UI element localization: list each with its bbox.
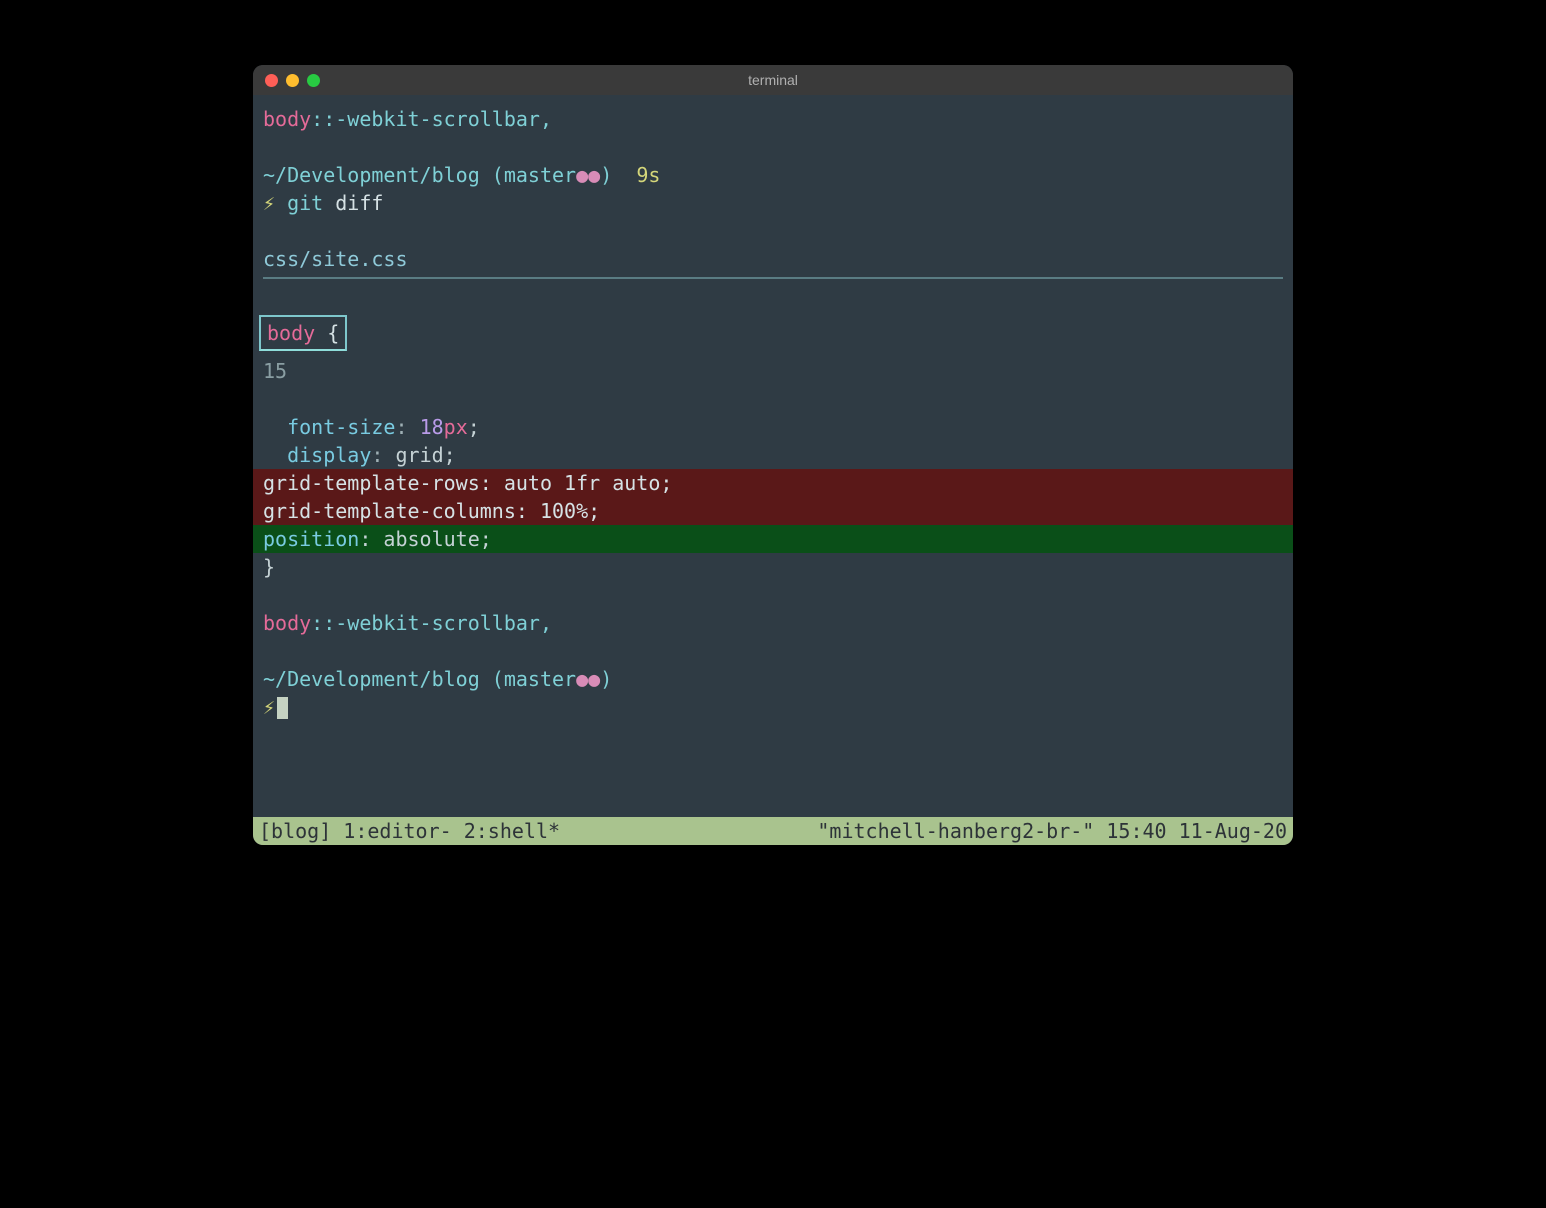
hunk-header: body { (253, 307, 1293, 357)
css-unit: px (444, 415, 468, 439)
terminal-content: body::-webkit-scrollbar, ~/Development/b… (253, 95, 1293, 817)
blank-line (253, 637, 1293, 665)
semi: ; (480, 527, 492, 551)
css-selector: body (263, 107, 311, 131)
css-pseudo: ::-webkit-scrollbar, (311, 107, 552, 131)
statusbar-right: "mitchell-hanberg2-br-" 15:40 11-Aug-20 (817, 817, 1287, 845)
prompt-input-line[interactable]: ⚡ (253, 693, 1293, 721)
diff-deleted: grid-template-rows: auto 1fr auto; (253, 469, 1293, 497)
css-prop: font-size (287, 415, 395, 439)
output-line: body::-webkit-scrollbar, (253, 95, 1293, 133)
status-dots-icon: ●● (576, 667, 600, 691)
statusbar-left: [blog] 1:editor- 2:shell* (259, 817, 560, 845)
blank-line (253, 217, 1293, 245)
prompt-lightning-icon: ⚡ (263, 695, 275, 719)
tmux-statusbar[interactable]: [blog] 1:editor- 2:shell* "mitchell-hanb… (253, 817, 1293, 845)
blank-line (253, 279, 1293, 307)
prompt-duration: 9s (612, 163, 660, 187)
prompt-path: ~/Development/blog (263, 163, 480, 187)
diff-context: } (253, 553, 1293, 581)
css-selector: body (263, 611, 311, 635)
colon: : (371, 443, 395, 467)
css-prop: display (287, 443, 371, 467)
traffic-lights (253, 74, 320, 87)
blank-line (253, 385, 1293, 413)
status-dots-icon: ●● (576, 163, 600, 187)
output-line: body::-webkit-scrollbar, (253, 609, 1293, 637)
diff-context: display: grid; (253, 441, 1293, 469)
css-prop: position (263, 527, 359, 551)
titlebar[interactable]: terminal (253, 65, 1293, 95)
branch-open: ( (480, 163, 504, 187)
hunk-selector: body (267, 321, 327, 345)
prompt-line: ~/Development/blog (master●●) 9s (253, 161, 1293, 189)
css-num: 18 (420, 415, 444, 439)
semi: ; (444, 443, 456, 467)
blank-line (253, 581, 1293, 609)
prompt-path: ~/Development/blog (263, 667, 480, 691)
prompt-lightning-icon: ⚡ (263, 191, 275, 215)
branch-name: master (504, 667, 576, 691)
window-title: terminal (748, 72, 798, 88)
diff-deleted: grid-template-columns: 100%; (253, 497, 1293, 525)
colon: : (359, 527, 383, 551)
cmd-arg: diff (323, 191, 383, 215)
diff-context: font-size: 18px; (253, 413, 1293, 441)
cursor-icon (277, 697, 288, 719)
terminal-window: terminal body::-webkit-scrollbar, ~/Deve… (253, 65, 1293, 845)
semi: ; (468, 415, 480, 439)
blank-line (253, 133, 1293, 161)
diff-file-line: css/site.css (253, 245, 1293, 273)
terminal-body[interactable]: body::-webkit-scrollbar, ~/Development/b… (253, 95, 1293, 845)
css-val: absolute (383, 527, 479, 551)
branch-close: ) (600, 163, 612, 187)
minimize-icon[interactable] (286, 74, 299, 87)
diff-added: position: absolute; (253, 525, 1293, 553)
diff-file: css/site.css (263, 247, 408, 271)
branch-name: master (504, 163, 576, 187)
close-brace: } (263, 555, 275, 579)
hunk-brace: { (327, 321, 339, 345)
line-number: 15 (263, 359, 287, 383)
branch-open: ( (480, 667, 504, 691)
colon: : (395, 415, 419, 439)
prompt-line: ~/Development/blog (master●●) (253, 665, 1293, 693)
branch-close: ) (600, 667, 612, 691)
cmd-git: git (275, 191, 323, 215)
css-pseudo: ::-webkit-scrollbar, (311, 611, 552, 635)
diff-lineno: 15 (253, 357, 1293, 385)
command-line: ⚡ git diff (253, 189, 1293, 217)
maximize-icon[interactable] (307, 74, 320, 87)
css-val: grid (395, 443, 443, 467)
close-icon[interactable] (265, 74, 278, 87)
